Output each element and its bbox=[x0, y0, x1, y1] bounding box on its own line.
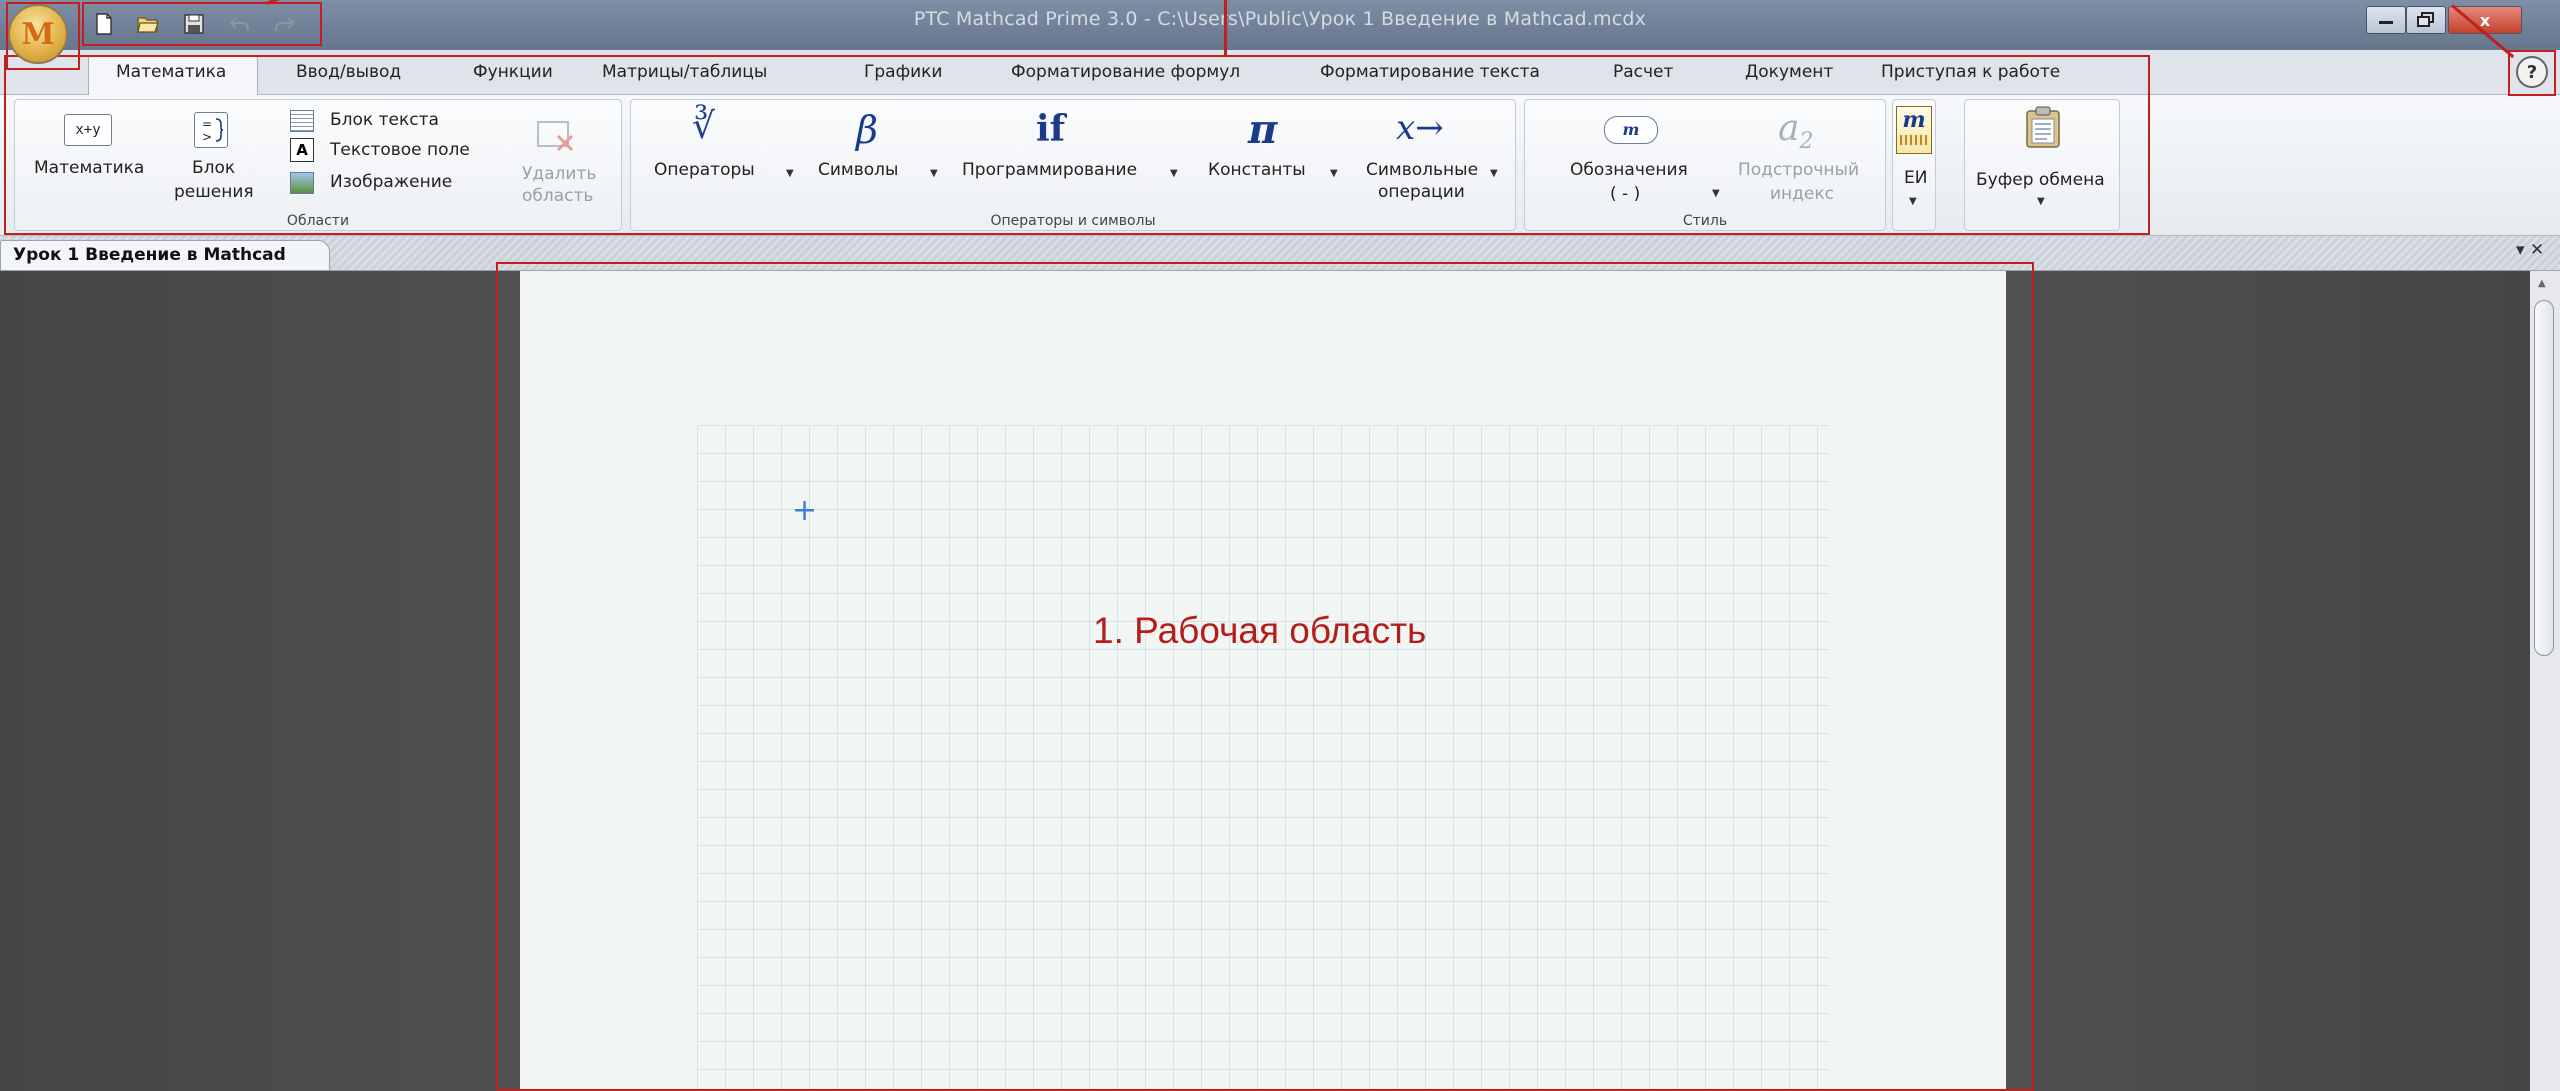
vertical-scrollbar-thumb[interactable] bbox=[2534, 300, 2554, 656]
restore-button[interactable] bbox=[2406, 6, 2446, 34]
minimize-icon bbox=[2379, 21, 2393, 24]
annotation-box-quick-access bbox=[82, 2, 322, 46]
restore-icon bbox=[2417, 12, 2434, 27]
app-menu-button[interactable]: M bbox=[8, 4, 68, 64]
annotation-box-workspace bbox=[496, 262, 2034, 1091]
close-icon: x bbox=[2479, 10, 2491, 30]
app-logo-letter: M bbox=[21, 16, 55, 52]
scroll-up-icon[interactable]: ▲ bbox=[2538, 278, 2546, 289]
annotation-box-ribbon bbox=[4, 55, 2150, 235]
pane-controls[interactable]: ▾ ✕ bbox=[2516, 240, 2544, 260]
annotation-pointer-ribbon bbox=[1224, 0, 1227, 56]
annotation-box-help bbox=[2508, 50, 2556, 96]
window-title: PTC Mathcad Prime 3.0 - C:\Users\Public\… bbox=[913, 8, 1647, 30]
document-tab[interactable]: Урок 1 Введение в Mathcad bbox=[0, 240, 330, 270]
minimize-button[interactable] bbox=[2366, 6, 2406, 34]
